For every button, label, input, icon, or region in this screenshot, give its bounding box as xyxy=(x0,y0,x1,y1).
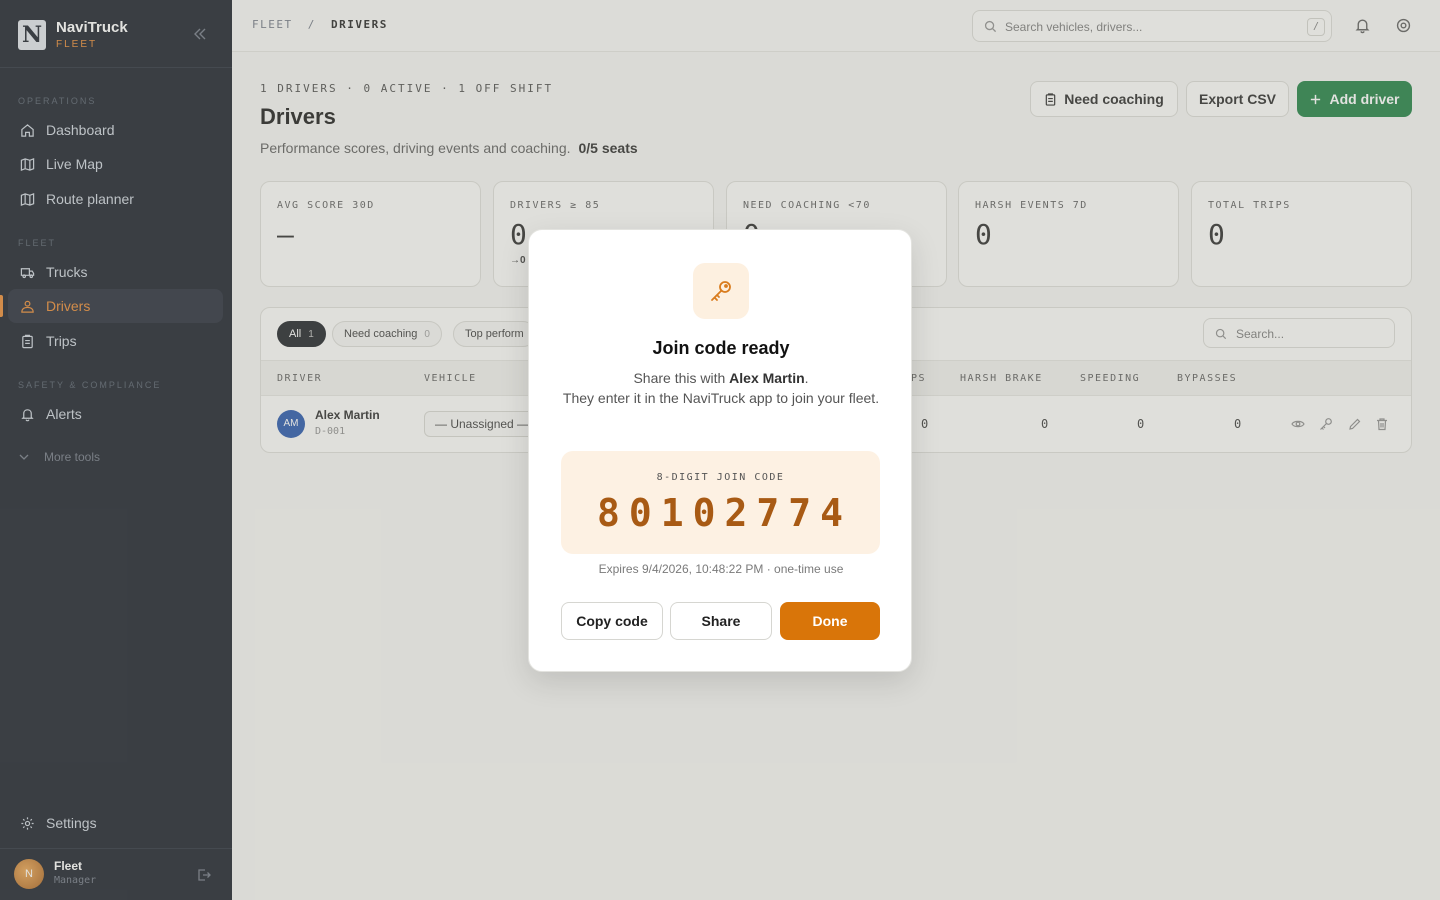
copy-code-button[interactable]: Copy code xyxy=(561,602,663,640)
join-code-label: 8-DIGIT JOIN CODE xyxy=(656,472,785,483)
done-label: Done xyxy=(812,613,848,629)
key-badge xyxy=(693,263,749,319)
join-code-box: 8-DIGIT JOIN CODE 80102774 xyxy=(561,451,880,554)
dialog-description: Share this with Alex Martin. They enter … xyxy=(559,368,883,408)
share-label: Share xyxy=(701,613,741,629)
dialog-line1-prefix: Share this with xyxy=(633,370,730,386)
dialog-title: Join code ready xyxy=(652,338,790,358)
done-button[interactable]: Done xyxy=(780,602,880,640)
join-code-expiry: Expires 9/4/2026, 10:48:22 PM · one-time… xyxy=(598,562,844,576)
join-code-dialog: Join code ready Share this with Alex Mar… xyxy=(528,229,912,672)
join-code-value[interactable]: 80102774 xyxy=(561,491,880,535)
key-icon xyxy=(711,281,731,301)
dialog-line1-suffix: . xyxy=(804,370,809,386)
share-button[interactable]: Share xyxy=(670,602,772,640)
dialog-line2: They enter it in the NaviTruck app to jo… xyxy=(562,390,880,406)
dialog-driver-name: Alex Martin xyxy=(729,370,805,386)
copy-code-label: Copy code xyxy=(576,613,648,629)
